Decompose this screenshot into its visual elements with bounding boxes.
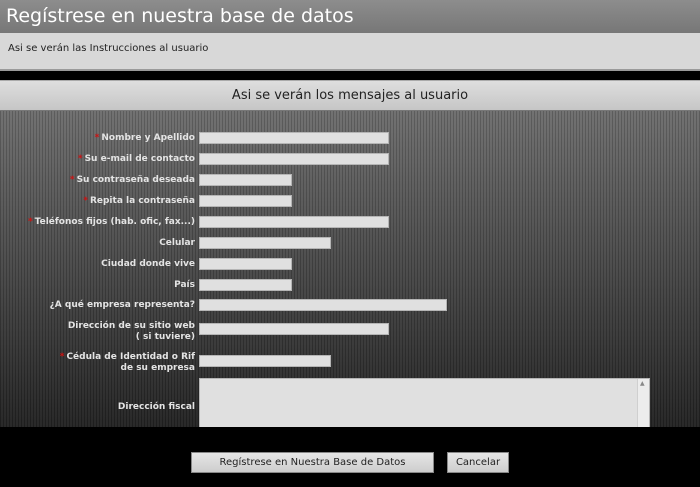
instructions-text: Asi se verán las Instrucciones al usuari…: [8, 43, 209, 54]
messages-bar: Asi se verán los mensajes al usuario: [0, 80, 700, 111]
sitio-web-input[interactable]: [199, 323, 389, 335]
telefonos-input[interactable]: [199, 216, 389, 228]
label-pais: País: [174, 280, 195, 290]
celular-input[interactable]: [199, 237, 331, 249]
scroll-up-icon[interactable]: ▲: [640, 380, 645, 387]
required-marker: *: [94, 133, 100, 143]
label-empresa: ¿A qué empresa representa?: [49, 300, 195, 310]
label-telefonos: * Teléfonos fijos (hab. ofic, fax...): [27, 217, 195, 227]
password-input[interactable]: [199, 174, 292, 186]
label-sitio-web: Dirección de su sitio web ( si tuviere): [67, 321, 195, 342]
textarea-scrollbar[interactable]: ▲ ▼: [637, 379, 649, 434]
required-marker: *: [77, 154, 83, 164]
submit-button[interactable]: Regístrese en Nuestra Base de Datos: [191, 452, 434, 473]
required-marker: *: [83, 196, 88, 206]
button-bar: Regístrese en Nuestra Base de Datos Canc…: [0, 427, 700, 487]
messages-text: Asi se verán los mensajes al usuario: [231, 88, 469, 103]
instructions-panel: Asi se verán las Instrucciones al usuari…: [0, 33, 700, 71]
empresa-input[interactable]: [199, 299, 447, 311]
label-nombre: * Nombre y Apellido: [94, 133, 195, 143]
label-password: * Su contraseña deseada: [69, 175, 195, 185]
nombre-input[interactable]: [199, 132, 389, 144]
required-marker: *: [69, 175, 75, 185]
label-password-repeat: * Repita la contraseña: [83, 196, 195, 206]
ciudad-input[interactable]: [199, 258, 292, 270]
label-direccion-fiscal: Dirección fiscal: [117, 402, 195, 412]
required-marker: *: [59, 352, 65, 362]
page-header: Regístrese en nuestra base de datos: [0, 0, 700, 33]
cedula-input[interactable]: [199, 355, 331, 367]
cancel-button[interactable]: Cancelar: [447, 452, 509, 473]
label-cedula: * Cédula de Identidad o Rif de su empresa: [59, 352, 195, 373]
label-celular: Celular: [159, 238, 195, 248]
email-input[interactable]: [199, 153, 389, 165]
page-title: Regístrese en nuestra base de datos: [6, 5, 354, 27]
label-ciudad: Ciudad donde vive: [101, 259, 195, 269]
password-repeat-input[interactable]: [199, 195, 292, 207]
label-email: * Su e-mail de contacto: [77, 154, 195, 164]
pais-input[interactable]: [199, 279, 292, 291]
required-marker: *: [27, 217, 33, 227]
